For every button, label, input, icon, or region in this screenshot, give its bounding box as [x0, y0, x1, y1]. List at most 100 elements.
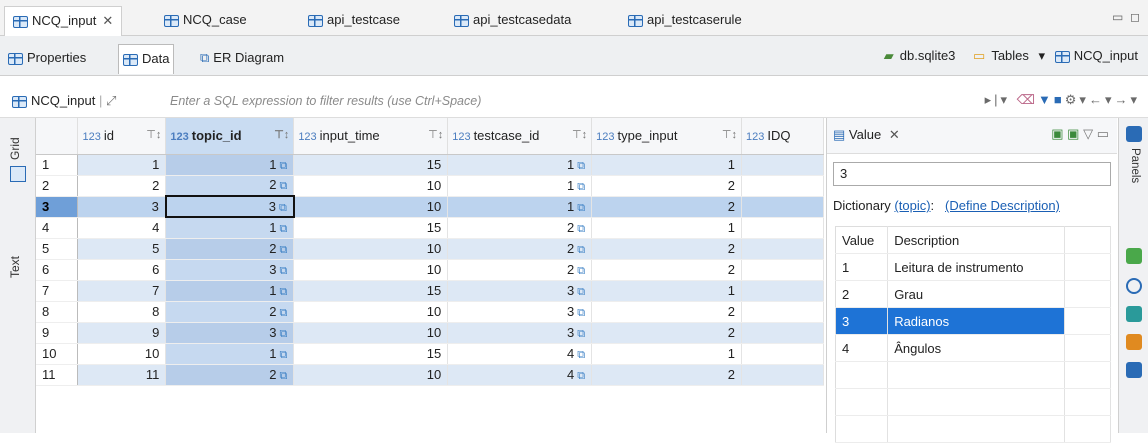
cell-input-time[interactable]: 15 — [293, 343, 449, 365]
tab-data[interactable]: Data — [118, 44, 175, 74]
column-header-input-time[interactable]: 123 input_time ⊤↕ — [293, 118, 449, 155]
cell-testcase-id[interactable]: 1 ⧉ — [447, 175, 593, 197]
cell-topic-id[interactable]: 1 ⧉ — [165, 343, 295, 365]
cell-idq[interactable] — [741, 196, 824, 218]
link-icon[interactable]: ⧉ — [279, 328, 287, 340]
cell-topic-id[interactable]: 2 ⧉ — [165, 175, 295, 197]
table-row[interactable]: 9 9 3 ⧉ 10 3 ⧉ 2 — [36, 322, 824, 344]
cell-input-time[interactable]: 10 — [293, 196, 449, 218]
link-icon[interactable]: ⧉ — [279, 202, 287, 214]
sort-filter-icon[interactable]: ⊤↕ — [146, 128, 161, 141]
cell-input-time[interactable]: 15 — [293, 154, 449, 176]
link-icon[interactable]: ⧉ — [577, 349, 585, 361]
cell-idq[interactable] — [741, 238, 824, 260]
dictionary-row[interactable]: 3 Radianos — [835, 307, 1112, 335]
cell-type-input[interactable]: 2 — [591, 322, 743, 344]
tab-api-testcasedata[interactable]: api_testcasedata — [446, 6, 579, 36]
tab-ncq-case[interactable]: NCQ_case — [156, 6, 255, 36]
cell-id[interactable]: 4 — [77, 217, 167, 239]
link-icon[interactable]: ⧉ — [577, 181, 585, 193]
cell-type-input[interactable]: 2 — [591, 259, 743, 281]
dictionary-topic-link[interactable]: (topic) — [894, 198, 930, 213]
grid-icon[interactable] — [10, 166, 26, 182]
cell-input-time[interactable]: 10 — [293, 364, 449, 386]
cell-topic-id[interactable]: 1 ⧉ — [165, 280, 295, 302]
view-menu-icon[interactable]: ▽ — [1083, 126, 1093, 141]
cell-idq[interactable] — [741, 322, 824, 344]
value-viewer-icon[interactable] — [1126, 362, 1142, 378]
settings-icon[interactable]: ⚙▾ — [1065, 92, 1089, 107]
tab-properties[interactable]: Properties — [4, 44, 90, 74]
tab-api-testcaserule[interactable]: api_testcaserule — [620, 6, 750, 36]
tab-api-testcase[interactable]: api_testcase — [300, 6, 408, 36]
minimize-icon[interactable]: ▭ — [1097, 126, 1109, 141]
cell-id[interactable]: 8 — [77, 301, 167, 323]
link-icon[interactable]: ⧉ — [577, 202, 585, 214]
table-row[interactable]: 5 5 2 ⧉ 10 2 ⧉ 2 — [36, 238, 824, 260]
row-number[interactable]: 5 — [36, 238, 79, 260]
history-dropdown-icon[interactable]: |▾ — [994, 92, 1010, 107]
references-icon[interactable] — [1126, 248, 1142, 264]
auto-apply-icon[interactable]: ▣ — [1067, 126, 1079, 141]
row-number[interactable]: 8 — [36, 301, 79, 323]
table-row[interactable]: 2 2 2 ⧉ 10 1 ⧉ 2 — [36, 175, 824, 197]
link-icon[interactable]: ⧉ — [577, 244, 585, 256]
cell-type-input[interactable]: 2 — [591, 364, 743, 386]
link-icon[interactable]: ⧉ — [279, 349, 287, 361]
tab-ncq-input[interactable]: NCQ_input ✕ — [4, 6, 123, 36]
cell-topic-id[interactable]: 2 ⧉ — [165, 364, 295, 386]
cell-id[interactable]: 7 — [77, 280, 167, 302]
close-icon[interactable]: ✕ — [102, 13, 113, 28]
link-icon[interactable]: ⧉ — [279, 286, 287, 298]
cell-input-time[interactable]: 15 — [293, 217, 449, 239]
cell-type-input[interactable]: 2 — [591, 196, 743, 218]
cell-topic-id[interactable]: 3 ⧉ — [164, 195, 295, 218]
forward-icon[interactable]: →▾ — [1114, 92, 1140, 107]
value-field[interactable]: 3 — [833, 162, 1111, 186]
cell-testcase-id[interactable]: 2 ⧉ — [447, 238, 593, 260]
cell-topic-id[interactable]: 2 ⧉ — [165, 238, 295, 260]
cell-input-time[interactable]: 10 — [293, 175, 449, 197]
aggregate-icon[interactable] — [1126, 278, 1142, 294]
cell-testcase-id[interactable]: 1 ⧉ — [447, 154, 593, 176]
column-header-idq[interactable]: 123 IDQ — [741, 118, 824, 155]
dictionary-row[interactable]: 4 Ângulos — [835, 334, 1112, 362]
dict-header-value[interactable]: Value — [835, 226, 889, 254]
cell-id[interactable]: 3 — [77, 196, 167, 218]
crumb-folder[interactable]: Tables — [991, 48, 1029, 63]
tab-er-diagram[interactable]: ⧉ ER Diagram — [196, 44, 288, 74]
value-tab[interactable]: ▤ Value ✕ — [833, 127, 900, 143]
cell-idq[interactable] — [741, 343, 824, 365]
column-header-topic-id[interactable]: 123 topic_id ⊤↕ — [165, 118, 295, 155]
cell-testcase-id[interactable]: 2 ⧉ — [447, 259, 593, 281]
calc-icon[interactable] — [1126, 334, 1142, 350]
crumb-db[interactable]: db.sqlite3 — [900, 48, 956, 63]
cell-idq[interactable] — [741, 364, 824, 386]
eraser-icon[interactable]: ⌫ — [1017, 92, 1038, 107]
row-number[interactable]: 2 — [36, 175, 79, 197]
crumb-table[interactable]: NCQ_input — [1074, 48, 1138, 63]
link-icon[interactable]: ⧉ — [577, 307, 585, 319]
cell-id[interactable]: 6 — [77, 259, 167, 281]
cell-id[interactable]: 5 — [77, 238, 167, 260]
table-row[interactable]: 6 6 3 ⧉ 10 2 ⧉ 2 — [36, 259, 824, 281]
cell-input-time[interactable]: 15 — [293, 280, 449, 302]
row-number[interactable]: 1 — [36, 154, 79, 176]
cell-id[interactable]: 10 — [77, 343, 167, 365]
table-row[interactable]: 8 8 2 ⧉ 10 3 ⧉ 2 — [36, 301, 824, 323]
link-icon[interactable]: ⧉ — [279, 244, 287, 256]
cell-idq[interactable] — [741, 217, 824, 239]
link-icon[interactable]: ⧉ — [279, 370, 287, 382]
chevron-down-icon[interactable]: ▾ — [1039, 48, 1046, 63]
cell-type-input[interactable]: 1 — [591, 217, 743, 239]
sort-filter-icon[interactable]: ⊤↕ — [428, 128, 443, 141]
maximize-icon[interactable]: ◻ — [1130, 10, 1140, 24]
link-icon[interactable]: ⧉ — [577, 223, 585, 235]
minimize-icon[interactable]: ▭ — [1112, 10, 1123, 24]
tab-grid[interactable]: Grid — [8, 137, 22, 160]
cell-topic-id[interactable]: 3 ⧉ — [165, 322, 295, 344]
cell-type-input[interactable]: 2 — [591, 175, 743, 197]
cell-id[interactable]: 2 — [77, 175, 167, 197]
cell-id[interactable]: 9 — [77, 322, 167, 344]
save-filter-icon[interactable]: ■ — [1054, 92, 1065, 107]
